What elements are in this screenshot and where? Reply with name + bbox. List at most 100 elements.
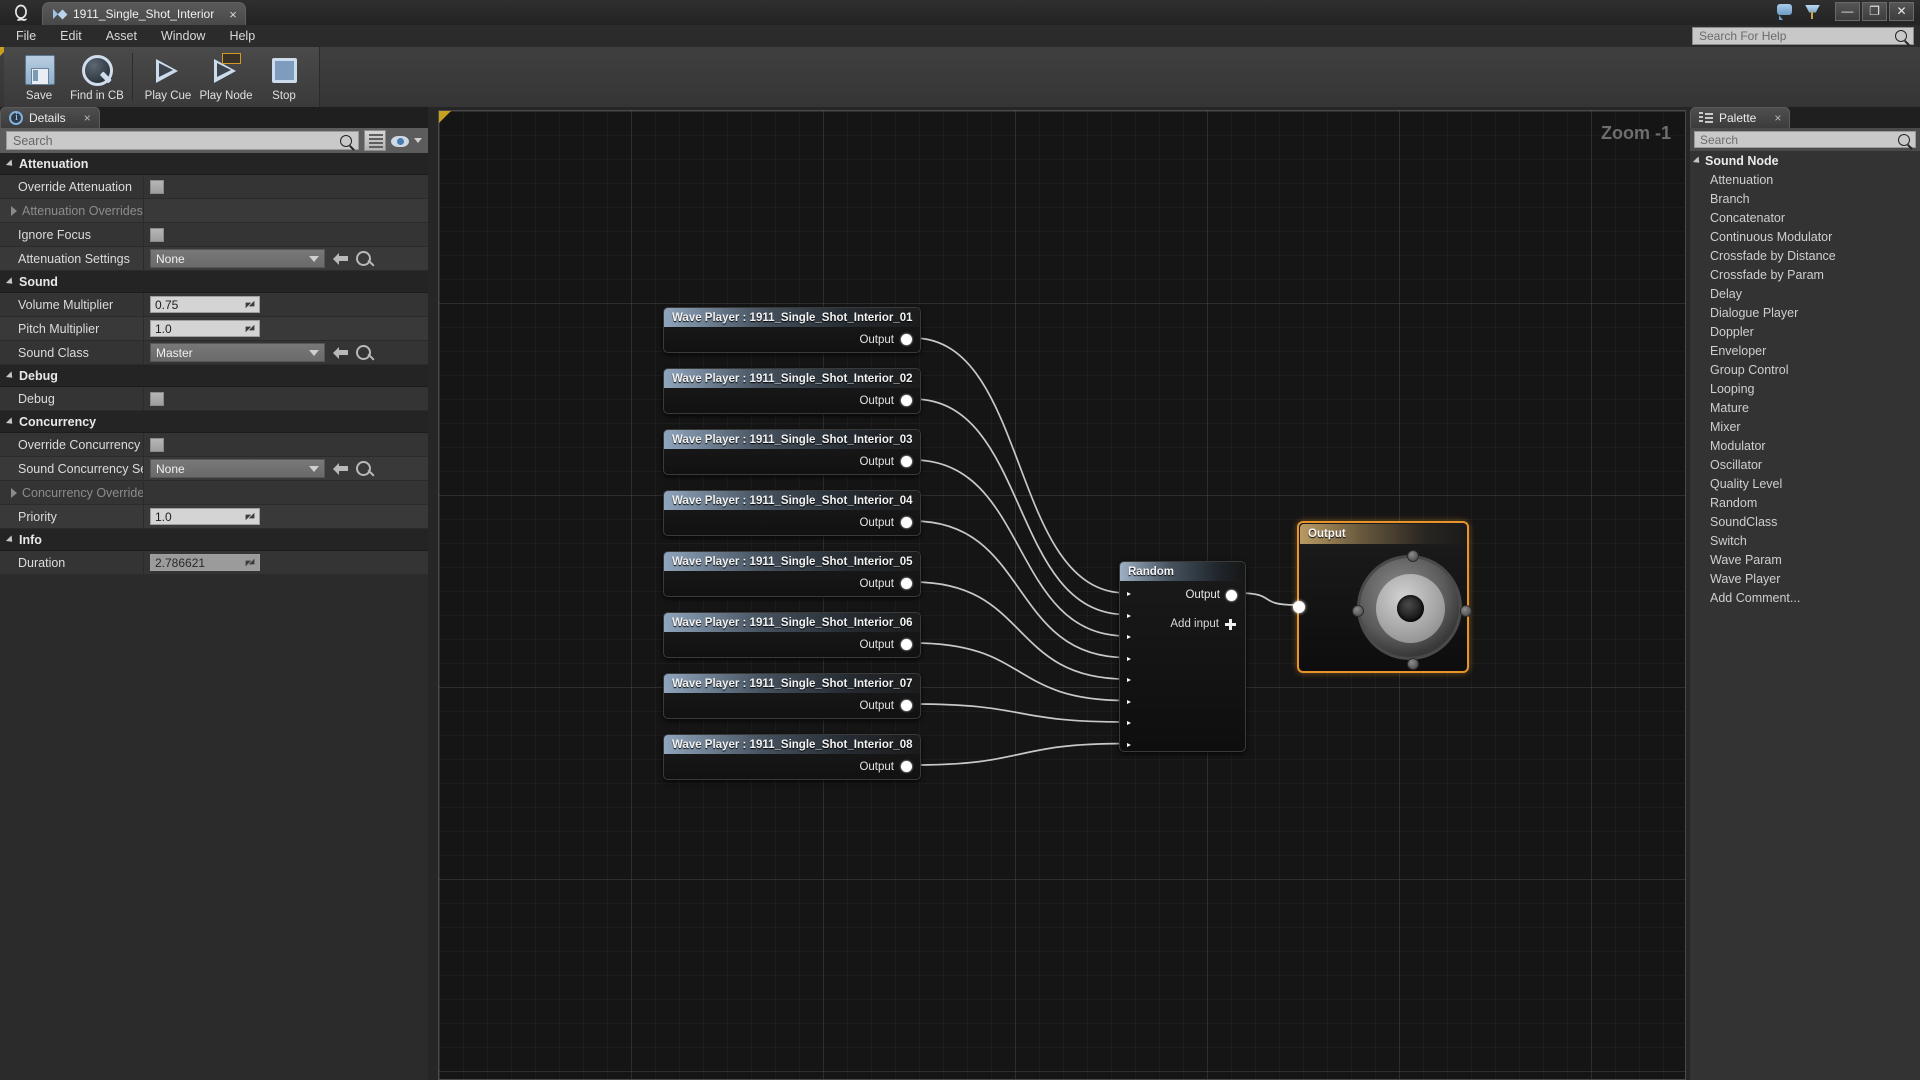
checkbox[interactable]: [150, 227, 164, 242]
close-icon[interactable]: ×: [1774, 111, 1781, 125]
output-pin[interactable]: [901, 578, 912, 589]
menu-window[interactable]: Window: [149, 27, 217, 45]
output-pin[interactable]: [901, 334, 912, 345]
wave-player-node[interactable]: Wave Player : 1911_Single_Shot_Interior_…: [663, 734, 921, 780]
palette-search-input[interactable]: Search: [1694, 131, 1916, 148]
spinner-icon[interactable]: [244, 299, 255, 310]
expander-icon[interactable]: [11, 205, 17, 216]
toolbar-button-play-node[interactable]: Play Node: [197, 51, 255, 102]
palette-item-soundclass[interactable]: SoundClass: [1690, 512, 1920, 531]
palette-item-random[interactable]: Random: [1690, 493, 1920, 512]
menu-file[interactable]: File: [4, 27, 48, 45]
palette-item-continuous-modulator[interactable]: Continuous Modulator: [1690, 227, 1920, 246]
palette-item-enveloper[interactable]: Enveloper: [1690, 341, 1920, 360]
palette-item-dialogue-player[interactable]: Dialogue Player: [1690, 303, 1920, 322]
browse-asset-icon[interactable]: [333, 252, 348, 265]
output-pin[interactable]: [901, 700, 912, 711]
sound-cue-graph[interactable]: Zoom -1 Wave Player : 1911_Single_Shot_I…: [438, 110, 1686, 1080]
random-node[interactable]: Random Output Add input: [1119, 561, 1246, 752]
wave-player-node[interactable]: Wave Player : 1911_Single_Shot_Interior_…: [663, 429, 921, 475]
add-input-button[interactable]: Add input: [1170, 618, 1236, 630]
output-pin[interactable]: [901, 517, 912, 528]
toolbar-button-stop[interactable]: Stop: [255, 51, 313, 102]
number-input[interactable]: 0.75: [150, 296, 260, 313]
output-pin[interactable]: [901, 761, 912, 772]
chevron-down-icon[interactable]: [414, 138, 422, 143]
palette-item-branch[interactable]: Branch: [1690, 189, 1920, 208]
palette-item-attenuation[interactable]: Attenuation: [1690, 170, 1920, 189]
dropdown-select[interactable]: None: [150, 249, 325, 268]
output-node[interactable]: Output: [1293, 521, 1472, 673]
details-category-debug[interactable]: Debug: [0, 365, 428, 387]
palette-item-quality-level[interactable]: Quality Level: [1690, 474, 1920, 493]
palette-item-mature[interactable]: Mature: [1690, 398, 1920, 417]
palette-group-sound-node[interactable]: Sound Node: [1690, 151, 1920, 170]
reset-icon[interactable]: [356, 461, 371, 476]
marketplace-icon[interactable]: [1803, 3, 1822, 20]
eye-icon[interactable]: [391, 134, 409, 148]
details-category-concurrency[interactable]: Concurrency: [0, 411, 428, 433]
palette-item-add-comment[interactable]: Add Comment...: [1690, 588, 1920, 607]
palette-item-mixer[interactable]: Mixer: [1690, 417, 1920, 436]
number-input[interactable]: 1.0: [150, 508, 260, 525]
checkbox[interactable]: [150, 179, 164, 194]
wave-player-node[interactable]: Wave Player : 1911_Single_Shot_Interior_…: [663, 490, 921, 536]
palette-item-group-control[interactable]: Group Control: [1690, 360, 1920, 379]
menu-asset[interactable]: Asset: [94, 27, 149, 45]
spinner-icon[interactable]: [244, 557, 255, 568]
output-pin[interactable]: [901, 395, 912, 406]
restore-button[interactable]: ❐: [1862, 1, 1887, 21]
tab-palette[interactable]: Palette ×: [1690, 107, 1791, 128]
toolbar-button-find-in-cb[interactable]: Find in CB: [68, 51, 126, 102]
toolbar-button-save[interactable]: Save: [10, 51, 68, 102]
checkbox[interactable]: [150, 437, 164, 452]
number-input[interactable]: 1.0: [150, 320, 260, 337]
close-button[interactable]: ✕: [1889, 1, 1914, 21]
reset-icon[interactable]: [356, 251, 371, 266]
palette-item-oscillator[interactable]: Oscillator: [1690, 455, 1920, 474]
output-pin[interactable]: [901, 456, 912, 467]
minimize-button[interactable]: —: [1835, 1, 1860, 21]
asset-tab[interactable]: 1911_Single_Shot_Interior ×: [42, 2, 246, 25]
expander-icon[interactable]: [11, 487, 17, 498]
wave-player-node[interactable]: Wave Player : 1911_Single_Shot_Interior_…: [663, 612, 921, 658]
palette-item-crossfade-by-param[interactable]: Crossfade by Param: [1690, 265, 1920, 284]
palette-item-wave-player[interactable]: Wave Player: [1690, 569, 1920, 588]
details-search-input[interactable]: Search: [6, 131, 359, 150]
menu-help[interactable]: Help: [217, 27, 267, 45]
details-category-attenuation[interactable]: Attenuation: [0, 153, 428, 175]
feedback-icon[interactable]: [1775, 3, 1794, 20]
menu-edit[interactable]: Edit: [48, 27, 94, 45]
output-pin[interactable]: [1226, 589, 1237, 601]
toolbar-button-play-cue[interactable]: Play Cue: [139, 51, 197, 102]
grid-view-button[interactable]: [364, 130, 386, 151]
details-category-info[interactable]: Info: [0, 529, 428, 551]
palette-item-doppler[interactable]: Doppler: [1690, 322, 1920, 341]
wave-player-node[interactable]: Wave Player : 1911_Single_Shot_Interior_…: [663, 368, 921, 414]
palette-item-crossfade-by-distance[interactable]: Crossfade by Distance: [1690, 246, 1920, 265]
output-pin[interactable]: [901, 639, 912, 650]
details-category-sound[interactable]: Sound: [0, 271, 428, 293]
palette-item-delay[interactable]: Delay: [1690, 284, 1920, 303]
wave-player-node[interactable]: Wave Player : 1911_Single_Shot_Interior_…: [663, 307, 921, 353]
reset-icon[interactable]: [356, 345, 371, 360]
close-icon[interactable]: ×: [84, 111, 91, 125]
wave-player-node[interactable]: Wave Player : 1911_Single_Shot_Interior_…: [663, 673, 921, 719]
palette-item-modulator[interactable]: Modulator: [1690, 436, 1920, 455]
palette-item-wave-param[interactable]: Wave Param: [1690, 550, 1920, 569]
spinner-icon[interactable]: [244, 511, 255, 522]
spinner-icon[interactable]: [244, 323, 255, 334]
palette-item-looping[interactable]: Looping: [1690, 379, 1920, 398]
dropdown-select[interactable]: None: [150, 459, 325, 478]
browse-asset-icon[interactable]: [333, 346, 348, 359]
browse-asset-icon[interactable]: [333, 462, 348, 475]
dropdown-select[interactable]: Master: [150, 343, 325, 362]
palette-item-switch[interactable]: Switch: [1690, 531, 1920, 550]
input-pin[interactable]: [1293, 601, 1305, 613]
wave-player-node[interactable]: Wave Player : 1911_Single_Shot_Interior_…: [663, 551, 921, 597]
close-icon[interactable]: ×: [221, 7, 237, 22]
palette-item-concatenator[interactable]: Concatenator: [1690, 208, 1920, 227]
help-search-input[interactable]: Search For Help: [1692, 27, 1914, 45]
checkbox[interactable]: [150, 391, 164, 406]
tab-details[interactable]: Details ×: [0, 107, 100, 128]
